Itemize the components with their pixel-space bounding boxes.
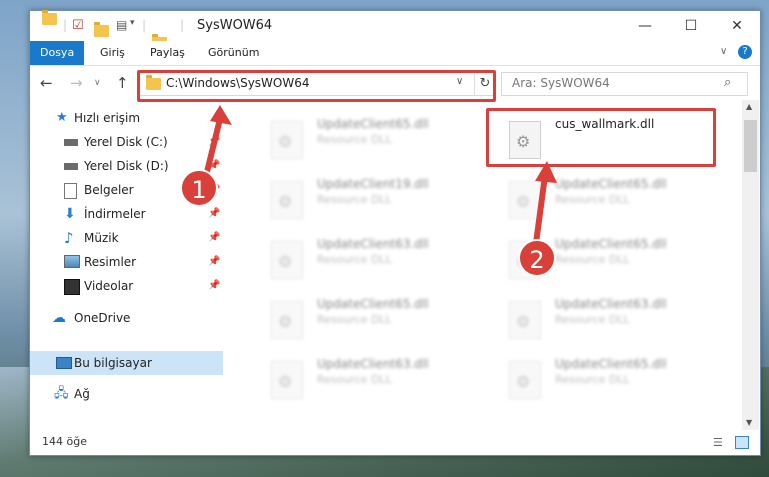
explorer-window: | ☑ ▤ ▾ | | SysWOW64 — ☐ ✕ Dosya Giriş P… (29, 10, 761, 456)
annotation-badge-1: 1 (180, 169, 218, 207)
annotation-badge-2: 2 (518, 239, 556, 277)
arrow-2-head (535, 161, 557, 183)
annotation-arrows (203, 105, 557, 244)
arrow-1-shaft (203, 118, 223, 177)
arrow-2-shaft (533, 175, 548, 244)
arrow-1-head (210, 105, 232, 125)
